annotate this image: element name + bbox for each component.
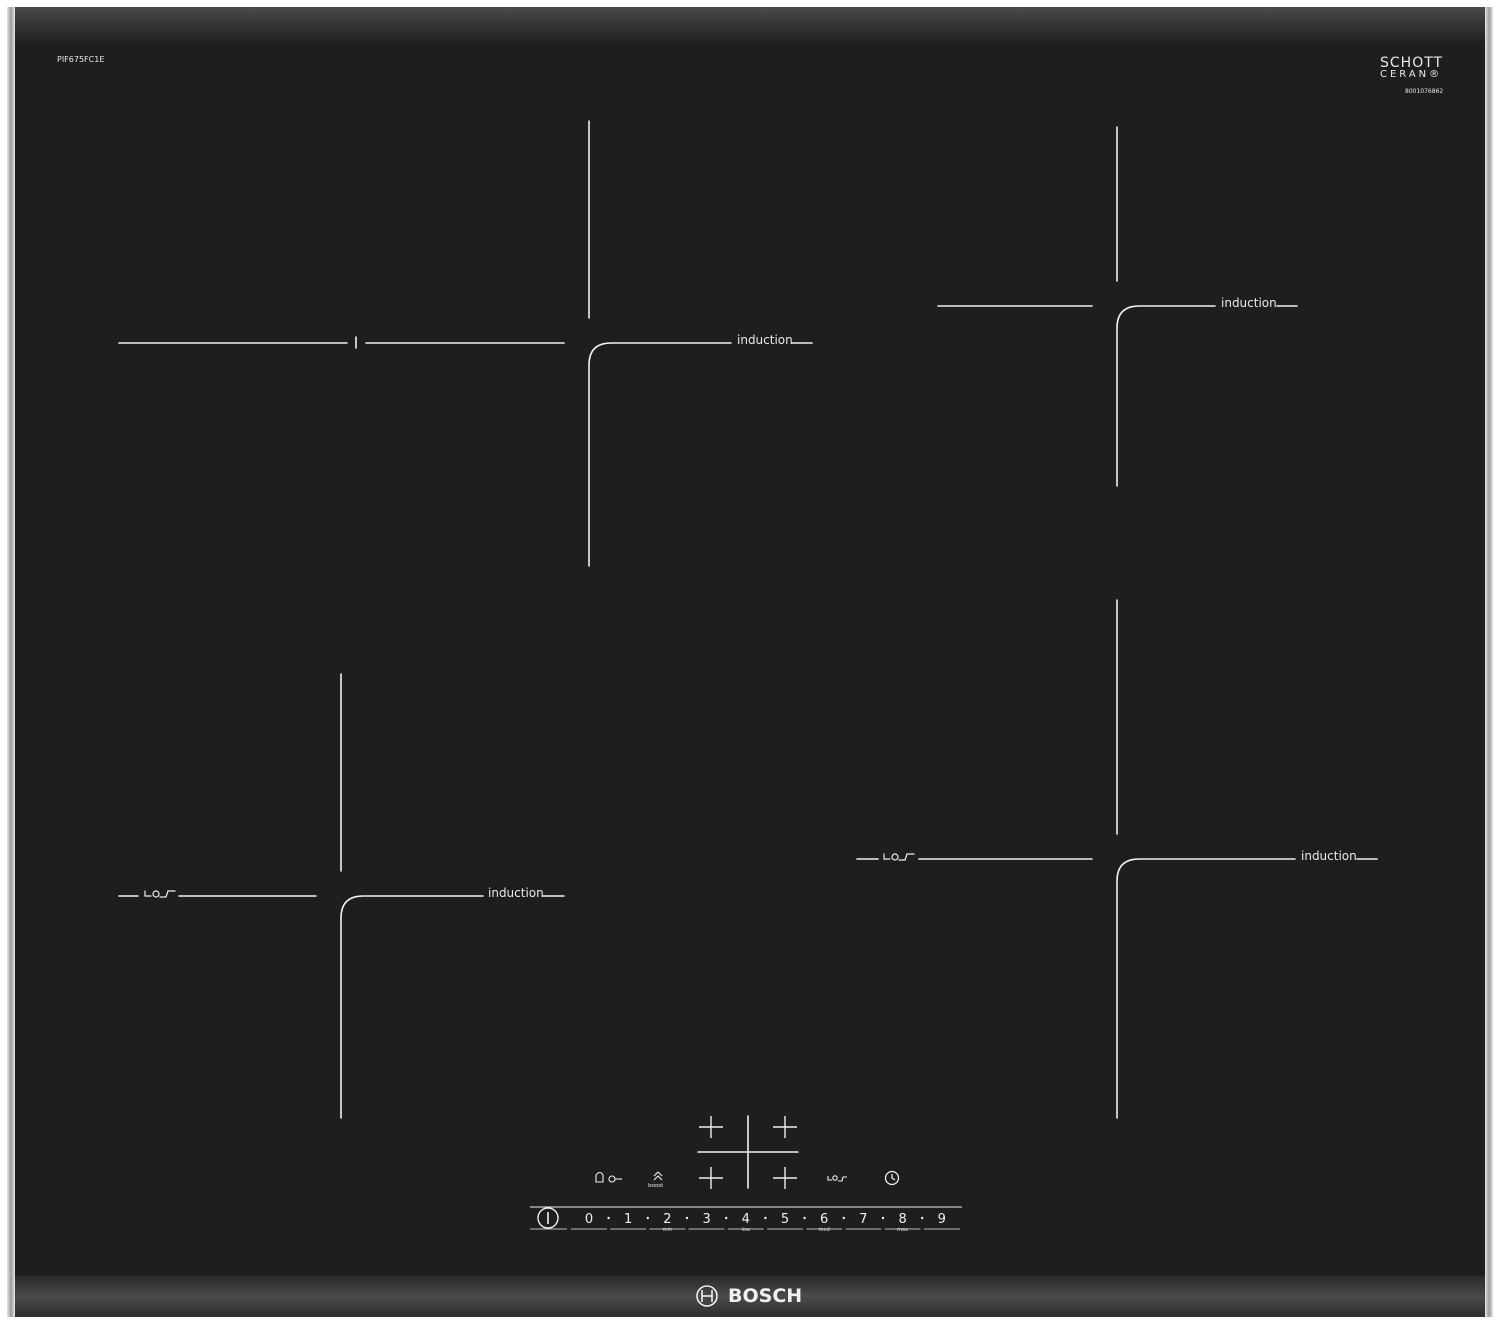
level-2-sublabel: min bbox=[663, 1227, 672, 1233]
frame-left-edge bbox=[7, 7, 15, 1317]
frame-right-edge bbox=[1485, 7, 1493, 1317]
level-8-sublabel: max bbox=[897, 1227, 908, 1233]
zone-select-bottom-right-button[interactable] bbox=[771, 1165, 799, 1191]
model-code: PIF675FC1E bbox=[57, 55, 104, 64]
level-separator-dot bbox=[607, 1216, 610, 1220]
level-separator-dot bbox=[764, 1216, 767, 1220]
zone-select-top-left-button[interactable] bbox=[697, 1114, 725, 1140]
level-8-button[interactable]: 8 bbox=[898, 1212, 906, 1227]
level-separator-dot bbox=[685, 1216, 689, 1220]
zone-bottom-right-label: induction bbox=[1301, 849, 1357, 863]
zone-select-top-right-button[interactable] bbox=[771, 1114, 799, 1140]
level-4-sublabel: low bbox=[742, 1227, 751, 1233]
level-0-button[interactable]: 0 bbox=[585, 1212, 593, 1227]
bosch-logo: BOSCH bbox=[696, 1285, 802, 1307]
level-separator-dot bbox=[803, 1216, 806, 1220]
level-separator-dot bbox=[725, 1216, 728, 1220]
brand-name: BOSCH bbox=[728, 1285, 802, 1307]
level-separator-dot bbox=[646, 1216, 649, 1220]
zone-bottom-left-label: induction bbox=[488, 886, 544, 900]
level-separator-dot bbox=[921, 1216, 924, 1220]
zone-select-bottom-left-button[interactable] bbox=[697, 1165, 725, 1191]
level-9-button[interactable]: 9 bbox=[938, 1212, 946, 1227]
level-3-button[interactable]: 3 bbox=[702, 1212, 710, 1227]
level-6-button[interactable]: 6 bbox=[820, 1212, 828, 1227]
glass-surface bbox=[15, 7, 1485, 1317]
level-5-button[interactable]: 5 bbox=[781, 1212, 789, 1227]
boost-label: boost bbox=[648, 1183, 664, 1189]
level-separator-dot bbox=[842, 1216, 845, 1220]
zone-top-left-label: induction bbox=[737, 333, 793, 347]
serial-number: 8001076862 bbox=[1405, 88, 1443, 95]
top-sheen bbox=[15, 7, 1485, 45]
level-1-button[interactable]: 1 bbox=[624, 1212, 632, 1227]
level-7-button[interactable]: 7 bbox=[859, 1212, 867, 1227]
level-6-sublabel: med bbox=[819, 1227, 830, 1233]
level-2-button[interactable]: 2 bbox=[663, 1212, 671, 1227]
level-4-button[interactable]: 4 bbox=[742, 1212, 750, 1227]
zone-top-right-label: induction bbox=[1221, 296, 1277, 310]
glass-brand-line2: CERAN® bbox=[1380, 69, 1442, 80]
cooktop: PIF675FC1E SCHOTT CERAN® 8001076862 indu… bbox=[7, 7, 1493, 1317]
level-separator-dot bbox=[881, 1216, 885, 1220]
